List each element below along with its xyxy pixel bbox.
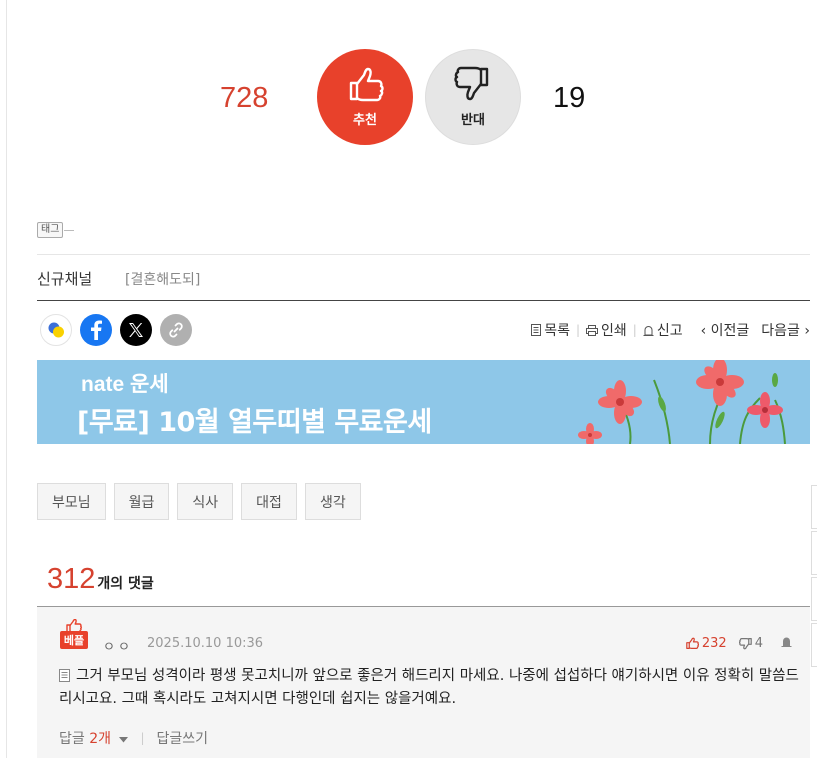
report-label: 신고 xyxy=(656,323,683,339)
upvote-count: 728 xyxy=(220,82,269,114)
tag-section: 태그 xyxy=(37,222,75,238)
divider xyxy=(37,300,810,301)
link-icon xyxy=(169,322,183,338)
facebook-icon xyxy=(91,320,102,340)
keyword-chip[interactable]: 대접 xyxy=(241,483,297,520)
reply-count: 2개 xyxy=(89,731,112,747)
article-toolbar: 목록 | 인쇄 | 신고 ‹ 이전글 다음글 › xyxy=(531,320,810,340)
siren-icon xyxy=(643,325,654,336)
comment-downvote-count: 4 xyxy=(754,636,763,651)
print-label: 인쇄 xyxy=(601,323,627,339)
cosmos-flowers-icon xyxy=(578,360,786,444)
side-tab[interactable] xyxy=(811,485,817,529)
banner-brand: nate 운세 xyxy=(81,373,169,396)
keyword-chip[interactable]: 월급 xyxy=(113,483,170,520)
comment-downvote-button[interactable]: 4 xyxy=(738,636,763,651)
list-icon xyxy=(531,324,542,336)
thumbs-down-icon xyxy=(454,66,489,100)
thumbs-up-icon xyxy=(349,67,384,101)
upvote-button[interactable]: 추천 xyxy=(317,49,413,145)
comment-report-button[interactable] xyxy=(781,636,792,651)
downvote-count: 19 xyxy=(553,82,586,114)
comment-count-number: 312 xyxy=(47,563,96,595)
divider xyxy=(37,254,810,255)
comment-count: 312 개의 댓글 xyxy=(47,563,154,596)
reply-toggle[interactable]: 답글 2개 xyxy=(59,728,129,748)
tag-label: 태그 xyxy=(37,222,64,238)
banner-headline: [무료] 10월 열두띠별 무료운세 xyxy=(77,407,432,438)
print-icon xyxy=(586,324,599,336)
reply-label: 답글 xyxy=(59,731,85,747)
keyword-chip[interactable]: 부모님 xyxy=(37,483,106,520)
report-button[interactable]: 신고 xyxy=(643,320,683,340)
best-comment-badge: 베플 xyxy=(59,619,89,649)
comment-text: 그거 부모님 성격이라 평생 못고치니까 앞으로 좋은거 해드리지 마세요. 나… xyxy=(59,668,799,707)
siren-icon xyxy=(781,637,792,647)
tag-tail-line xyxy=(64,229,75,231)
x-icon xyxy=(129,323,143,337)
side-tab[interactable] xyxy=(811,577,817,621)
left-edge-line xyxy=(6,0,7,758)
thumbs-down-icon xyxy=(738,638,752,650)
comment-body: 그거 부모님 성격이라 평생 못고치니까 앞으로 좋은거 해드리지 마세요. 나… xyxy=(59,665,799,711)
comment-upvote-count: 232 xyxy=(701,636,727,651)
share-kakao-button[interactable] xyxy=(40,314,72,346)
side-tab[interactable] xyxy=(811,531,817,575)
keyword-chip[interactable]: 생각 xyxy=(304,483,361,520)
keyword-list: 부모님 월급 식사 대접 생각 xyxy=(37,483,361,520)
comment-stats: 232 4 xyxy=(686,636,792,651)
separator: | xyxy=(632,323,637,337)
share-facebook-button[interactable] xyxy=(80,314,112,346)
comment-date: 2025.10.10 10:36 xyxy=(147,636,264,651)
memo-icon xyxy=(59,669,70,682)
comment-author[interactable]: ㅇㅇ xyxy=(103,636,133,655)
downvote-label: 반대 xyxy=(461,112,485,128)
share-x-button[interactable] xyxy=(120,314,152,346)
comment-item: 베플 ㅇㅇ 2025.10.10 10:36 232 4 그거 부모님 성격이라… xyxy=(37,607,810,758)
side-tab[interactable] xyxy=(811,623,817,667)
downvote-button[interactable]: 반대 xyxy=(425,49,521,145)
print-button[interactable]: 인쇄 xyxy=(586,320,627,340)
list-label: 목록 xyxy=(544,323,570,339)
share-link-button[interactable] xyxy=(160,314,192,346)
thumbs-up-icon xyxy=(686,637,699,649)
right-side-tabs[interactable] xyxy=(811,485,817,669)
channel-category[interactable]: [결혼해도되] xyxy=(125,269,200,289)
keyword-chip[interactable]: 식사 xyxy=(177,483,234,520)
upvote-label: 추천 xyxy=(353,112,377,128)
next-post-link[interactable]: 다음글 › xyxy=(761,320,810,340)
channel-name[interactable]: 신규채널 xyxy=(37,268,92,289)
list-button[interactable]: 목록 xyxy=(531,320,570,340)
best-label: 베플 xyxy=(59,631,89,649)
kakao-icon xyxy=(48,322,64,338)
caret-down-icon xyxy=(119,737,129,743)
fortune-banner[interactable]: nate 운세 [무료] 10월 열두띠별 무료운세 xyxy=(37,360,810,444)
separator: | xyxy=(140,731,145,745)
separator: | xyxy=(575,323,581,337)
write-reply-button[interactable]: 답글쓰기 xyxy=(157,728,209,748)
prev-post-link[interactable]: ‹ 이전글 xyxy=(701,320,750,340)
comment-count-suffix: 개의 댓글 xyxy=(97,576,154,592)
comment-upvote-button[interactable]: 232 xyxy=(686,636,727,651)
comment-footer: 답글 2개 | 답글쓰기 xyxy=(59,728,208,748)
